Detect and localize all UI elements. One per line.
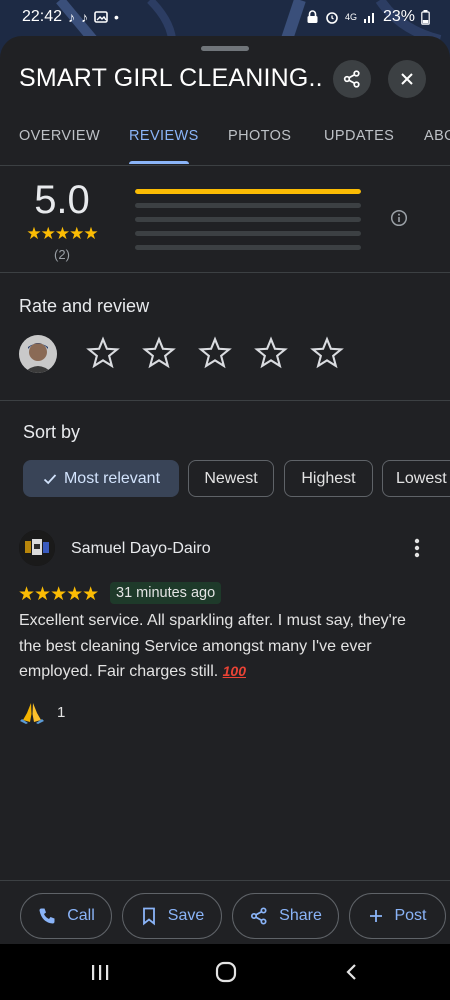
place-sheet: SMART GIRL CLEANING... OVERVIEW REVIEWS … [0,36,450,944]
rating-stars: ★★★★★ [26,224,98,243]
post-button[interactable]: Post [349,893,446,939]
close-icon [401,73,413,85]
rating-bar-5 [135,189,361,194]
reaction-count: 1 [57,703,66,721]
battery-percent: 23% [382,8,415,25]
sort-by-title: Sort by [23,422,81,442]
sort-highest-chip[interactable]: Highest [284,460,373,497]
home-icon [215,961,237,983]
tab-photos[interactable]: PHOTOS [228,128,291,144]
system-nav-bar [0,944,450,1000]
tab-overview[interactable]: OVERVIEW [19,128,100,144]
network-type: 4G [344,11,357,22]
gallery-icon [94,11,108,23]
home-button[interactable] [206,956,246,988]
review-count: (2) [54,247,70,262]
place-title: SMART GIRL CLEANING... [19,64,324,92]
status-time: 22:42 [22,8,63,25]
phone-icon [39,908,55,924]
review-body: Excellent service. All sparkling after. … [19,612,406,680]
rating-star-2-icon[interactable] [141,335,177,371]
rating-star-5-icon[interactable] [309,335,345,371]
sort-most-relevant-chip[interactable]: Most relevant [23,460,179,497]
sort-newest-chip[interactable]: Newest [188,460,274,497]
plus-icon [370,910,383,922]
chip-label: Lowest [396,469,447,487]
signal-icon [363,13,374,23]
more-options-icon[interactable] [408,536,426,565]
close-button[interactable] [388,60,426,98]
review-time-badge: 31 minutes ago [110,582,222,604]
check-icon [43,473,57,484]
share-button[interactable] [333,60,371,98]
chip-label: Most relevant [63,469,161,487]
chip-label: Newest [204,469,258,487]
tab-updates[interactable]: UPDATES [324,128,394,144]
active-tab-indicator [129,161,189,164]
rating-star-3-icon[interactable] [197,335,233,371]
review-stars: ★★★★★ [18,584,99,605]
avatar [19,335,57,373]
sort-lowest-chip[interactable]: Lowest [382,460,450,497]
rating-bar-4 [135,203,361,208]
tiktok-icon: ♪ [68,9,76,25]
back-button[interactable] [332,956,372,988]
call-label: Call [67,907,95,924]
rating-bar-2 [135,231,361,236]
tiktok-icon: ♪ [81,9,89,25]
reviewer-name[interactable]: Samuel Dayo-Dairo [71,540,211,558]
rating-star-4-icon[interactable] [253,335,289,371]
share-icon [251,907,267,925]
recent-apps-button[interactable] [80,956,120,988]
average-rating: 5.0 [34,178,90,222]
rating-bar-3 [135,217,361,222]
tab-about[interactable]: ABO [424,128,450,144]
section-divider [0,400,450,401]
status-bar: 22:42 ♪ ♪ • 4G 23% [0,0,450,34]
bookmark-icon [142,907,155,926]
hundred-points-emoji: 100 [222,663,246,679]
post-label: Post [394,907,427,924]
notification-dot-icon: • [114,9,119,25]
alarm-icon [326,12,338,24]
share-icon [343,70,360,88]
rating-bar-1 [135,245,361,250]
tab-reviews[interactable]: REVIEWS [129,128,199,144]
battery-icon [421,9,430,25]
rating-summary: 5.0 ★★★★★ (2) [0,172,450,273]
lock-icon [307,10,318,23]
drag-handle[interactable] [201,46,249,51]
save-button[interactable]: Save [122,893,222,939]
back-icon [346,964,356,980]
share-label: Share [279,907,322,924]
reviewer-avatar[interactable] [19,530,55,566]
chip-label: Highest [301,469,356,487]
praying-hands-icon [20,703,44,724]
share-action-button[interactable]: Share [232,893,339,939]
tab-bar: OVERVIEW REVIEWS PHOTOS UPDATES ABO [0,118,450,166]
call-button[interactable]: Call [20,893,112,939]
save-label: Save [167,907,205,924]
reaction-row[interactable]: 1 [19,700,65,724]
review-text: Excellent service. All sparkling after. … [19,608,431,685]
recent-apps-icon [92,965,109,980]
action-bar: Call Save Share Post [0,880,450,944]
info-icon[interactable] [390,209,408,232]
rate-and-review-title: Rate and review [19,296,150,316]
rating-star-1-icon[interactable] [85,335,121,371]
